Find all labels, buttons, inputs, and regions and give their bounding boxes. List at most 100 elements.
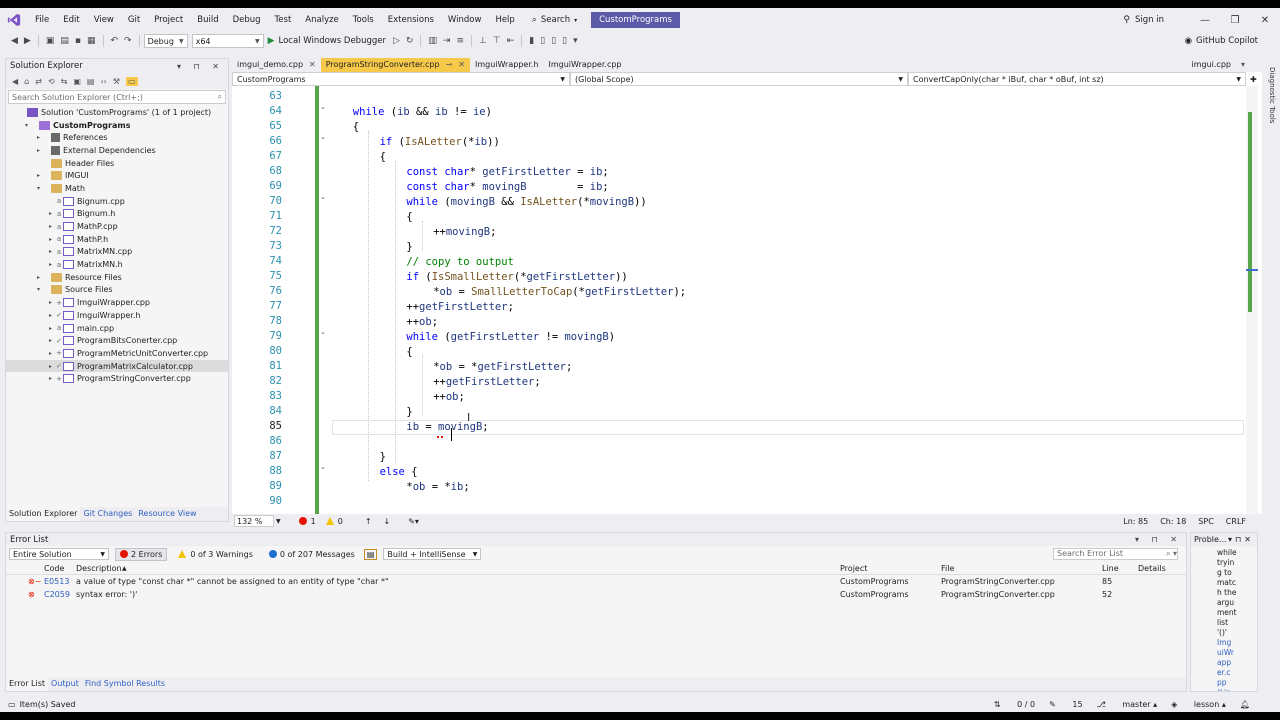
column-header-file[interactable]: File (941, 562, 954, 575)
menu-git[interactable]: Git (121, 8, 147, 32)
toolbar-overflow-icon[interactable]: ▾ (573, 36, 578, 46)
code-line[interactable]: while (ib && ib != ie) (353, 105, 492, 120)
indent-mode[interactable]: SPC (1198, 517, 1214, 526)
github-copilot-button[interactable]: ◉ GitHub Copilot (1185, 32, 1258, 50)
bookmark-next-icon[interactable]: ▯ (551, 36, 556, 46)
tree-item[interactable]: ▸ References (6, 131, 228, 144)
collapsed-chevron-icon[interactable]: ▸ (46, 350, 55, 357)
code-line[interactable]: } (380, 450, 386, 465)
menu-tools[interactable]: Tools (346, 8, 381, 32)
tree-item[interactable]: ▸ + ProgramMetricUnitConverter.cpp (6, 347, 228, 360)
tree-item[interactable]: Solution 'CustomPrograms' (1 of 1 projec… (6, 106, 228, 119)
toolbox-icon[interactable]: ▥ (428, 36, 437, 46)
redo-icon[interactable]: ↷ (124, 36, 132, 46)
tree-item[interactable]: ▸ a MathP.cpp (6, 220, 228, 233)
tree-item[interactable]: ▸ a MatrixMN.h (6, 258, 228, 271)
tree-item[interactable]: ▾ CustomPrograms (6, 119, 228, 132)
error-row[interactable]: ⊗ C2059 syntax error: ')' CustomPrograms Pro… (6, 588, 1186, 601)
expanded-chevron-icon[interactable]: ▾ (34, 286, 43, 293)
code-line[interactable]: if (IsALetter(*ib)) (380, 135, 500, 150)
document-tab[interactable]: imgui_demo.cpp ✕ (232, 58, 321, 72)
collapse-all-icon[interactable]: ▣ (73, 77, 81, 86)
code-line[interactable]: *ob = SmallLetterToCap(*getFirstLetter); (433, 285, 686, 300)
comment-icon[interactable]: ⊥ (479, 36, 487, 46)
collapsed-chevron-icon[interactable]: ▸ (34, 172, 43, 179)
tree-item[interactable]: ▸ a Bignum.h (6, 208, 228, 221)
view-code-icon[interactable]: ‹› (100, 77, 106, 86)
pending-edits[interactable]: ✎ 15 (1049, 700, 1082, 709)
properties-icon[interactable]: ⚒ (113, 77, 120, 86)
column-header-project[interactable]: Project (840, 562, 867, 575)
error-count[interactable]: 1 (298, 517, 316, 526)
tab-solution-explorer[interactable]: Solution Explorer (6, 507, 81, 521)
tree-item[interactable]: ▸ + ProgramStringConverter.cpp (6, 372, 228, 385)
menu-project[interactable]: Project (147, 8, 190, 32)
tree-item[interactable]: ▸ Resource Files (6, 271, 228, 284)
expanded-chevron-icon[interactable]: ▾ (34, 185, 43, 192)
code-line[interactable]: // copy to output (406, 255, 513, 270)
collapsed-chevron-icon[interactable]: ▸ (46, 261, 55, 268)
column-header-code[interactable]: Code (44, 562, 64, 575)
hot-reload-icon[interactable]: ↻ (406, 36, 414, 46)
back-icon[interactable]: ◀ (12, 77, 18, 86)
menu-view[interactable]: View (87, 8, 121, 32)
code-text[interactable]: while (ib && ib != ie) {if (IsALetter(*ib… (332, 86, 1232, 514)
code-cleanup-icon[interactable]: ✎▾ (408, 517, 419, 526)
panel-controls[interactable]: ▾ ⊓ ✕ (177, 62, 224, 71)
tab-find-symbol-results[interactable]: Find Symbol Results (82, 677, 168, 691)
tree-item[interactable]: a Bignum.cpp (6, 195, 228, 208)
document-tab[interactable]: ImguiWrapper.h (470, 58, 544, 72)
bookmark-prev-icon[interactable]: ▯ (540, 36, 545, 46)
fold-chevron-icon[interactable]: ⌄ (320, 193, 326, 201)
back-nav-icon[interactable]: ◀ (11, 36, 18, 46)
menu-build[interactable]: Build (190, 8, 225, 32)
filter-icon[interactable]: ▤ (363, 548, 378, 560)
code-editor[interactable]: 63 64 ⌄ 65 66 ⌄ 67 68 69 70 ⌄ 71 72 73 74 75 76 77 78 79 ⌄ 80… (232, 86, 1262, 514)
pending-changes-icon[interactable]: ⟲ (48, 77, 55, 86)
collapsed-chevron-icon[interactable]: ▸ (46, 375, 55, 382)
repository-selector[interactable]: ◈ lesson ▴ (1171, 700, 1226, 709)
project-dropdown[interactable]: CustomPrograms ▼ (232, 72, 570, 86)
step-icon[interactable]: ⇥ (443, 36, 451, 46)
tree-item[interactable]: ▸ ✓ ProgramMatrixCalculator.cpp (6, 359, 228, 373)
collapsed-chevron-icon[interactable]: ▸ (46, 248, 55, 255)
close-tab-icon[interactable]: ✕ (309, 58, 316, 72)
tree-item[interactable]: Header Files (6, 157, 228, 170)
code-line[interactable]: ++getFirstLetter; (433, 375, 541, 390)
problem-link-line[interactable]: app (1217, 658, 1257, 668)
scope-filter-select[interactable]: Entire Solution ▼ (9, 548, 109, 560)
code-line[interactable]: { (380, 150, 386, 165)
new-project-icon[interactable]: ▣ (46, 36, 55, 46)
fold-chevron-icon[interactable]: ⌄ (320, 463, 326, 471)
error-squiggle[interactable] (437, 435, 443, 438)
fold-chevron-icon[interactable]: ⌄ (320, 133, 326, 141)
code-line[interactable]: const char* movingB = ib; (406, 180, 608, 195)
build-filter-select[interactable]: Build + IntelliSense ▼ (383, 548, 482, 560)
code-line[interactable]: while (movingB && IsALetter(*movingB)) (406, 195, 646, 210)
document-tab[interactable]: ImguiWrapper.cpp (544, 58, 627, 72)
tree-item[interactable]: ▾ Math (6, 182, 228, 195)
menu-debug[interactable]: Debug (226, 8, 268, 32)
code-line[interactable]: ++getFirstLetter; (406, 300, 514, 315)
preview-selected-icon[interactable]: ▭ (126, 76, 138, 86)
panel-controls[interactable]: ▾ ⊓ ✕ (1135, 535, 1182, 544)
start-debugging-button[interactable]: ▶ Local Windows Debugger (268, 36, 386, 46)
warning-count[interactable]: 0 (325, 517, 343, 526)
tree-item[interactable]: ▸ + ImguiWrapper.cpp (6, 296, 228, 309)
messages-filter-toggle[interactable]: 0 of 207 Messages (264, 548, 360, 561)
warnings-filter-toggle[interactable]: 0 of 3 Warnings (173, 548, 258, 561)
show-all-icon[interactable]: ▤ (87, 77, 95, 86)
pin-icon[interactable]: ⊸ (446, 58, 453, 72)
column-header-line[interactable]: Line (1102, 562, 1119, 575)
tab-output[interactable]: Output (48, 677, 82, 691)
restore-button[interactable]: ❐ (1220, 15, 1250, 26)
code-line[interactable]: while (getFirstLetter != movingB) (406, 330, 615, 345)
zoom-select[interactable]: 132 % (234, 515, 274, 527)
collapsed-chevron-icon[interactable]: ▸ (46, 223, 55, 230)
platform-select[interactable]: x64 ▼ (191, 34, 264, 48)
code-line[interactable]: if (IsSmallLetter(*getFirstLetter)) (406, 270, 627, 285)
search-menu[interactable]: ⌕ Search ▾ (526, 15, 583, 25)
tree-item[interactable]: ▸ ✓ ProgramBitsConerter.cpp (6, 334, 228, 347)
document-tab[interactable]: ProgramStringConverter.cpp ⊸ ✕ (320, 58, 470, 72)
column-header-details[interactable]: Details (1138, 562, 1166, 575)
